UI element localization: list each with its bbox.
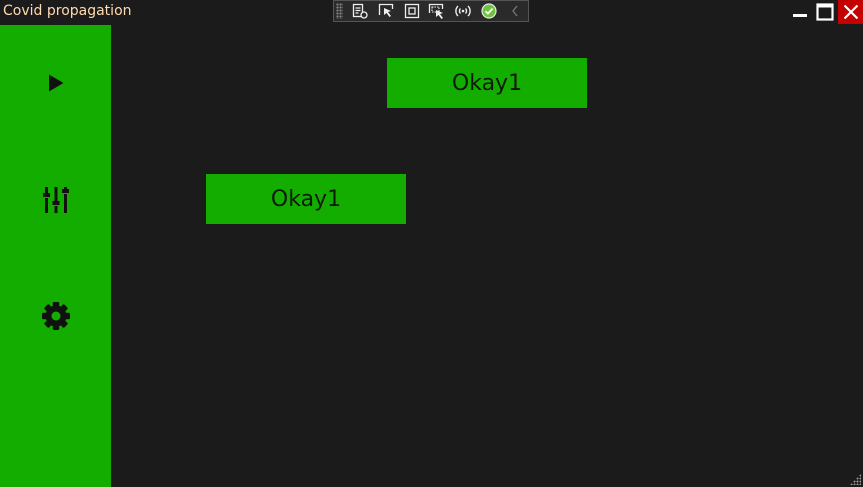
resize-grip[interactable]: [850, 474, 861, 485]
sidebar-item-sliders[interactable]: [0, 172, 111, 228]
maximize-icon: [816, 3, 834, 21]
toolbar-grip[interactable]: [336, 3, 343, 19]
play-icon: [48, 74, 63, 92]
okay1-button-bottom[interactable]: Okay1: [206, 174, 406, 224]
sidebar-item-settings[interactable]: [0, 288, 111, 344]
track-focused-element-icon[interactable]: [425, 1, 451, 21]
maximize-button[interactable]: [812, 0, 838, 24]
hot-reload-status-icon: [476, 1, 502, 21]
close-button[interactable]: [838, 0, 863, 24]
sliders-icon: [42, 187, 69, 213]
minimize-icon: [793, 14, 807, 17]
display-layout-adorners-icon[interactable]: [399, 1, 425, 21]
okay1-button-top[interactable]: Okay1: [387, 58, 587, 108]
live-visual-tree-icon[interactable]: [347, 1, 373, 21]
sidebar: [0, 25, 111, 487]
close-icon: [843, 4, 858, 20]
window-title: Covid propagation: [3, 3, 132, 19]
debug-toolbar: [333, 0, 529, 22]
hot-reload-icon[interactable]: [450, 1, 476, 21]
collapse-toolbar-icon[interactable]: [502, 1, 528, 21]
select-element-icon[interactable]: [373, 1, 399, 21]
gear-icon: [41, 302, 70, 330]
sidebar-item-play[interactable]: [0, 55, 111, 111]
minimize-button[interactable]: [788, 0, 812, 24]
